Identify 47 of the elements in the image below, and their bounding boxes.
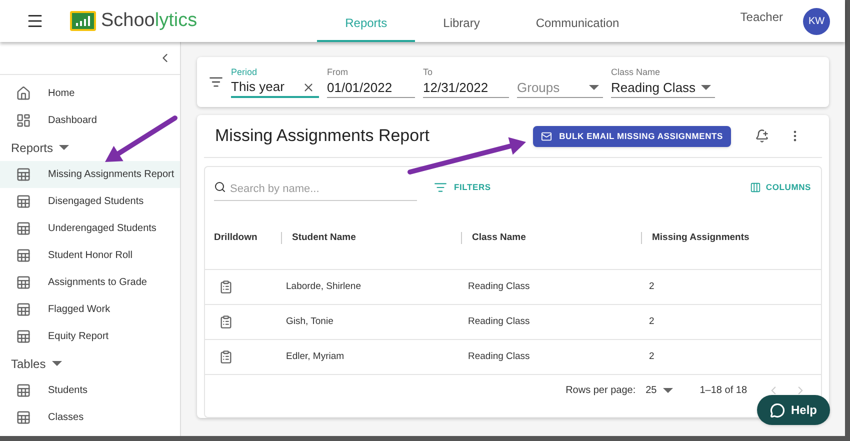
app-logo[interactable]: Schoolytics [101,6,198,36]
field-label: From [327,66,349,78]
sidebar-item[interactable]: Disengaged Students [0,188,180,215]
column-header[interactable]: Student Name [292,230,356,246]
table-cell-text: Gish, Tonie [285,314,334,329]
table-cell-text: Laborde, Shirlene [285,280,362,294]
input-field[interactable]: Reading Class [611,78,715,98]
section-header[interactable]: Tables [0,350,180,377]
column-header[interactable]: Missing Assignments [652,230,750,246]
sidebar-item[interactable]: Underengaged Students [0,215,180,242]
report-title: Missing Assignments Report [215,125,430,148]
sidebar-item[interactable]: Assignments to Grade [0,269,180,296]
nav-tab[interactable]: Communication [508,0,648,42]
user-avatar[interactable]: KW [803,8,830,34]
sidebar-item[interactable]: Student Honor Roll [0,242,180,269]
section-header[interactable]: Reports [0,134,180,161]
sidebar-item[interactable]: Missing Assignments Report [0,161,180,188]
field-label: Period [231,66,258,78]
input-field[interactable]: Groups [517,78,603,98]
table-cell-text: 2 [648,280,656,294]
table-cell-text: Reading Class [467,280,531,294]
field-label: Class Name [611,66,662,78]
sidebar-item[interactable]: Flagged Work [0,296,180,323]
input-field[interactable]: 12/31/2022 [423,78,509,98]
sidebar-item[interactable]: Home [0,80,180,107]
table-cell-text: Reading Class [467,350,531,364]
sidebar-item[interactable]: Dashboard [0,107,180,134]
page-range: 1–18 of 18 [700,384,747,398]
column-header[interactable]: Class Name [472,230,526,246]
rows-per-page-select[interactable]: 25 [646,382,673,398]
column-header[interactable]: Drilldown [214,230,258,246]
table-cell-text: Edler, Myriam [285,350,346,364]
input-field[interactable]: 01/01/2022 [327,78,415,98]
sidebar-item[interactable]: Classes [0,404,180,431]
table-cell-text: 2 [648,314,656,329]
field-label: To [423,66,434,78]
search-field[interactable]: Search by name... [214,178,417,200]
table-cell-text: Reading Class [467,314,531,329]
role-label: Teacher [740,9,783,26]
sidebar-item[interactable]: Equity Report [0,323,180,350]
sidebar-item[interactable]: Students [0,377,180,404]
nav-tab[interactable]: Library [415,0,508,42]
input-field[interactable]: This year [231,78,319,98]
help-button[interactable]: Help [757,395,830,425]
rows-per-page-label: Rows per page: [566,384,636,398]
table-cell-text: 2 [648,350,656,364]
bulk-email-button[interactable]: BULK EMAIL MISSING ASSIGNMENTS [533,126,731,146]
